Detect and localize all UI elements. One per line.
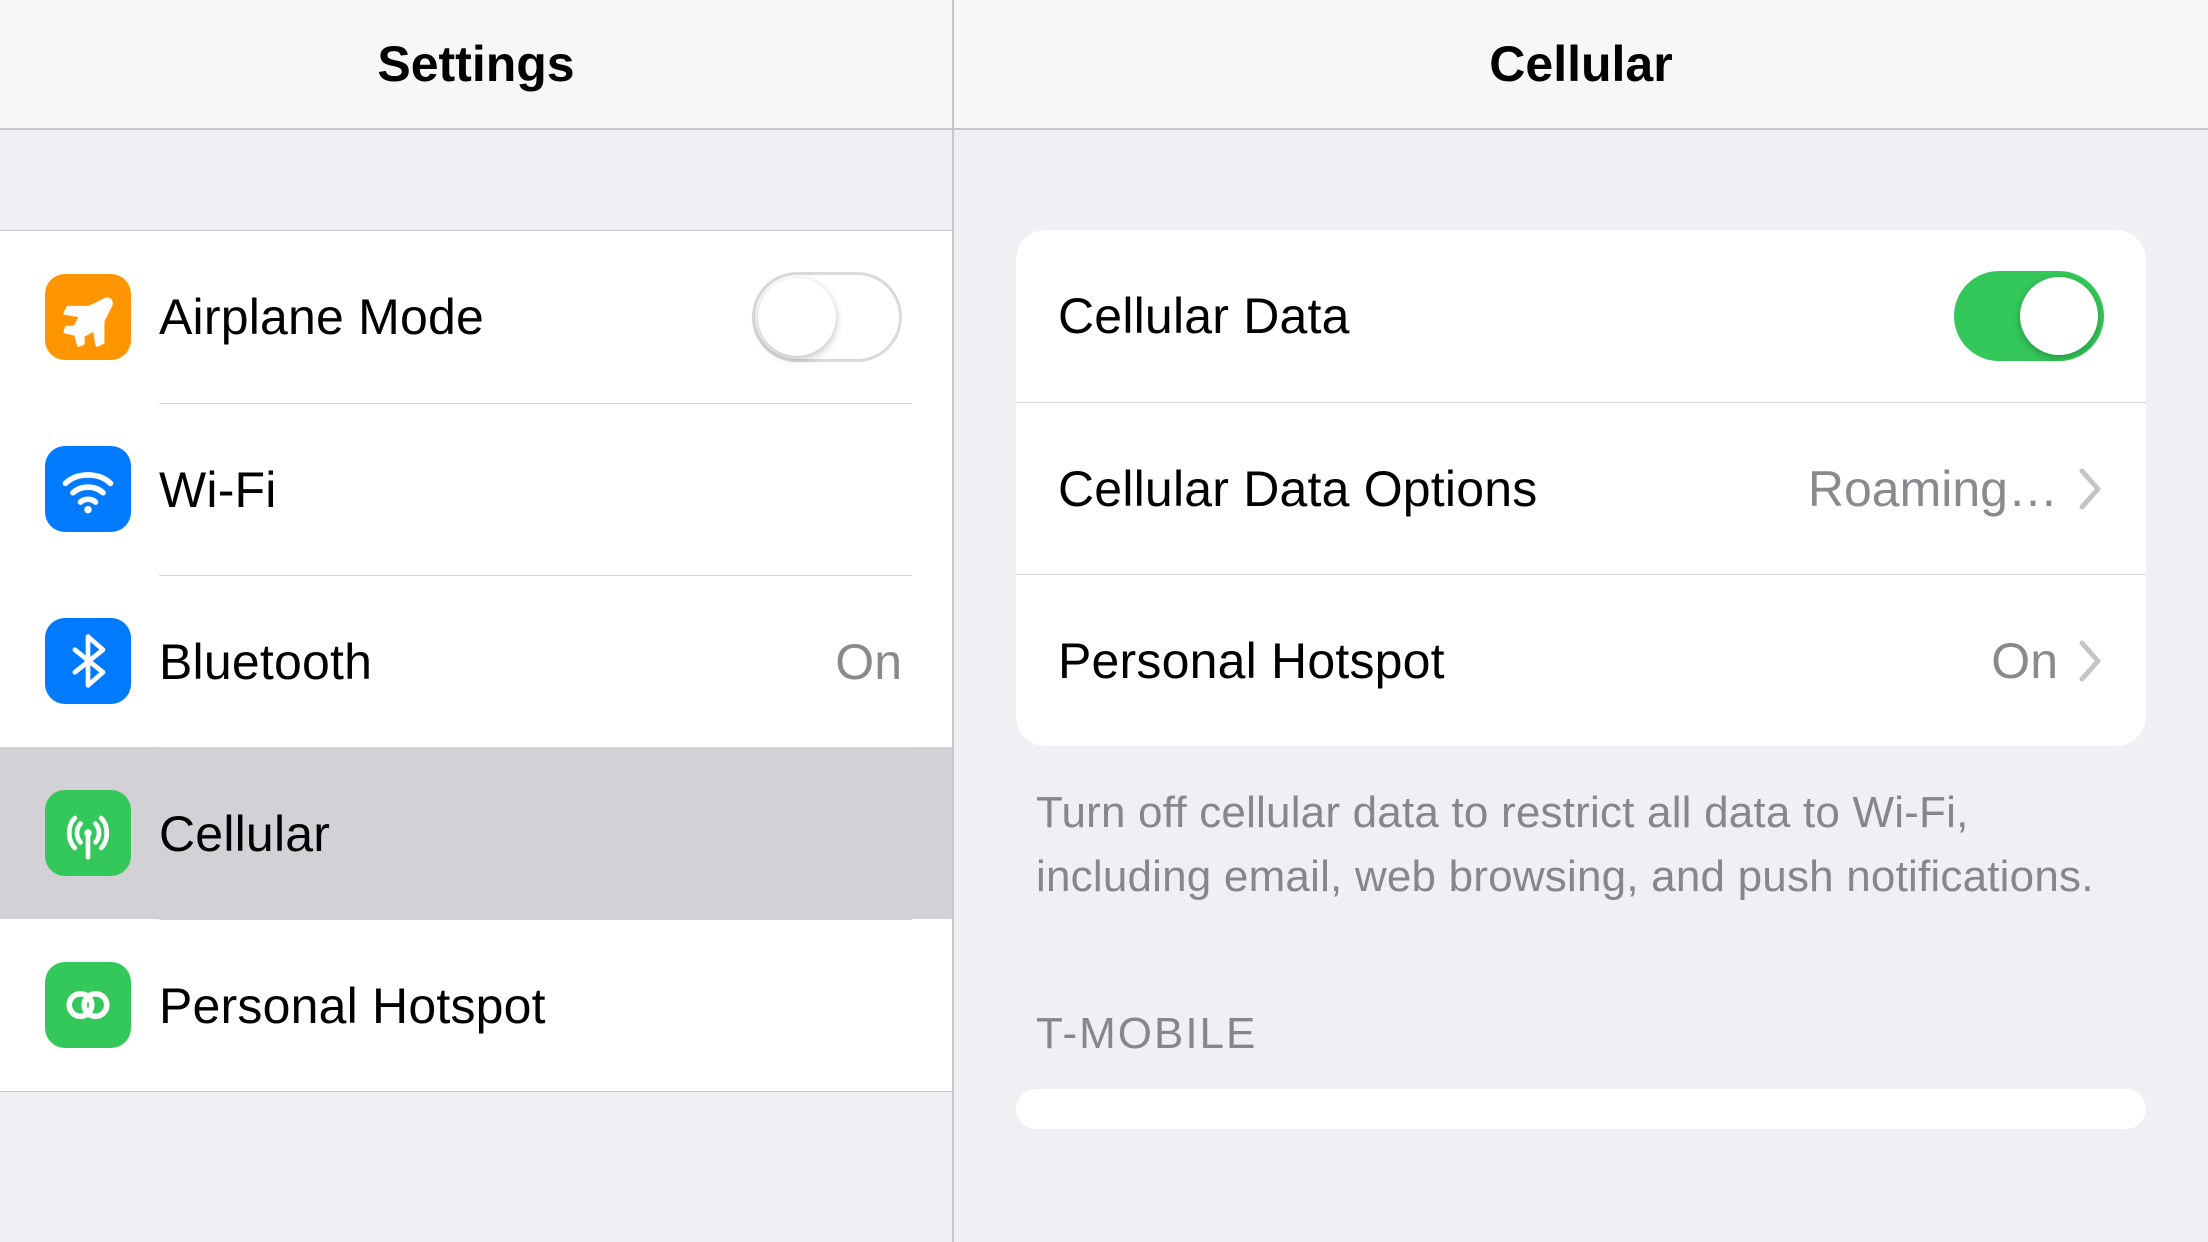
row-label: Cellular Data [1058,287,1954,345]
carrier-card [1016,1089,2146,1129]
carrier-section-heading: T-MOBILE [1016,909,2146,1089]
row-value: On [1991,632,2058,690]
sidebar-item-airplane-mode[interactable]: Airplane Mode [0,231,952,403]
sidebar-item-label: Personal Hotspot [159,977,902,1035]
sidebar-item-label: Bluetooth [159,633,835,691]
spacer [0,130,952,230]
sidebar-item-label: Airplane Mode [159,288,752,346]
detail-title: Cellular [954,0,2208,130]
sidebar-item-label: Wi-Fi [159,461,902,519]
airplane-mode-toggle[interactable] [752,272,902,362]
row-cellular-data[interactable]: Cellular Data [1016,230,2146,402]
settings-sidebar: Settings Airplane Mode [0,0,954,1242]
hotspot-icon [45,962,131,1048]
sidebar-title: Settings [0,0,952,130]
row-label: Cellular Data Options [1058,460,1808,518]
row-value: Roaming… [1808,460,2058,518]
sidebar-item-label: Cellular [159,805,902,863]
chevron-right-icon [2078,467,2104,511]
row-label: Personal Hotspot [1058,632,1991,690]
sidebar-item-cellular[interactable]: Cellular [0,747,952,919]
row-cellular-data-options[interactable]: Cellular Data Options Roaming… [1016,402,2146,574]
wifi-icon [45,446,131,532]
row-personal-hotspot[interactable]: Personal Hotspot On [1016,574,2146,746]
detail-pane: Cellular Cellular Data Cellular Data Opt… [954,0,2208,1242]
sidebar-group: Airplane Mode Wi-Fi [0,230,952,1092]
airplane-icon [45,274,131,360]
cellular-icon [45,790,131,876]
sidebar-item-value: On [835,633,902,691]
sidebar-item-wifi[interactable]: Wi-Fi [0,403,952,575]
cellular-card: Cellular Data Cellular Data Options Roam… [1016,230,2146,746]
sidebar-item-bluetooth[interactable]: Bluetooth On [0,575,952,747]
cellular-data-toggle[interactable] [1954,271,2104,361]
cellular-footer-text: Turn off cellular data to restrict all d… [1016,746,2146,909]
chevron-right-icon [2078,639,2104,683]
sidebar-item-personal-hotspot[interactable]: Personal Hotspot [0,919,952,1091]
bluetooth-icon [45,618,131,704]
